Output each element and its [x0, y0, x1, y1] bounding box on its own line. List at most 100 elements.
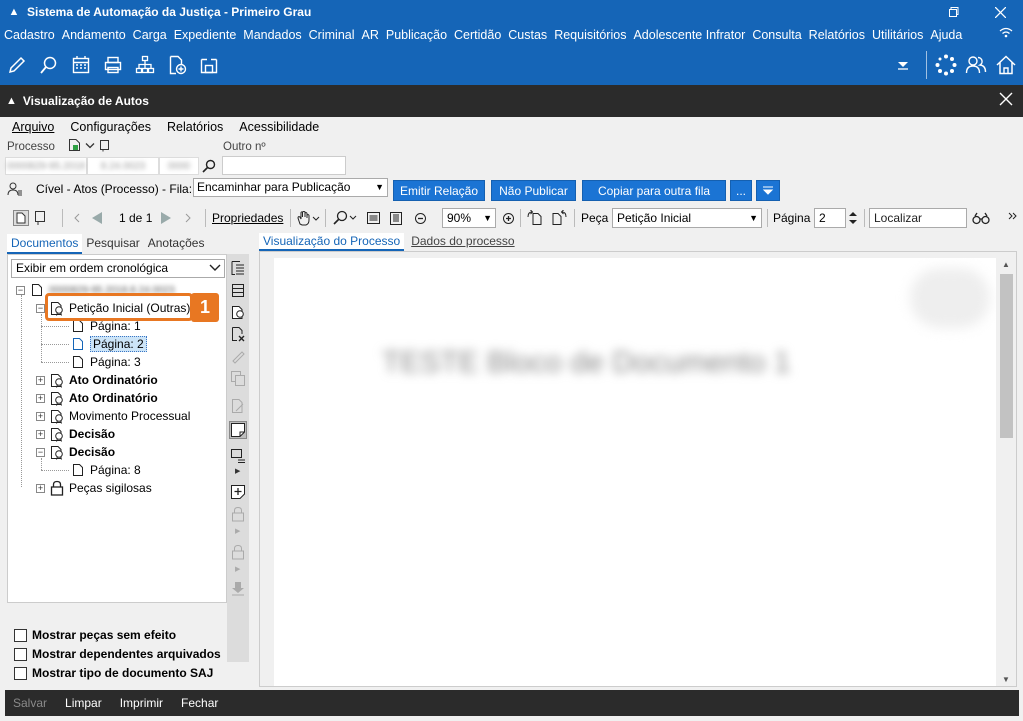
chevron-down-icon[interactable] [85, 141, 95, 153]
list-documents-icon[interactable] [230, 260, 246, 276]
collapse-icon[interactable]: − [36, 447, 45, 457]
collapse-icon[interactable]: − [16, 285, 25, 295]
last-page-icon[interactable] [184, 206, 192, 230]
overflow-chevron-icon[interactable] [1008, 206, 1017, 230]
close-dialog-button[interactable] [999, 91, 1013, 109]
note-icon[interactable] [99, 139, 110, 155]
menu-relatorios[interactable]: Relatórios [809, 28, 865, 42]
tree-item-ato-ordinatorio-2[interactable]: + Ato Ordinatório [36, 389, 158, 407]
expand-icon[interactable]: + [36, 483, 45, 493]
search-button[interactable] [200, 157, 218, 175]
certified-document-icon[interactable] [230, 304, 246, 320]
fechar-button[interactable]: Fechar [181, 696, 218, 710]
peca-select[interactable]: Petição Inicial ▼ [612, 208, 762, 228]
tab-dados-do-processo[interactable]: Dados do processo [407, 233, 518, 251]
menu-mandados[interactable]: Mandados [243, 28, 301, 42]
tree-item-pagina-3[interactable]: Página: 3 [70, 353, 141, 371]
new-document-icon[interactable] [68, 138, 81, 155]
tree-item-pagina-8[interactable]: Página: 8 [70, 461, 141, 479]
menu-expediente[interactable]: Expediente [174, 28, 237, 42]
mostrar-tipo-documento-saj-checkbox[interactable]: Mostrar tipo de documento SAJ [14, 665, 213, 681]
close-window-button[interactable] [977, 0, 1023, 24]
fila-select[interactable]: Encaminhar para Publicação ▼ [193, 178, 388, 197]
nao-publicar-button[interactable]: Não Publicar [491, 180, 576, 201]
checkbox-box[interactable] [14, 647, 27, 661]
tree-item-pecas-sigilosas[interactable]: + Peças sigilosas [36, 479, 152, 497]
imprimir-button[interactable]: Imprimir [120, 696, 163, 710]
inbox-icon[interactable] [196, 52, 222, 78]
loading-spinner-icon[interactable] [933, 52, 959, 78]
document-view-icon[interactable] [13, 206, 29, 230]
menu-arquivo[interactable]: Arquivo [12, 120, 54, 134]
menu-andamento[interactable]: Andamento [62, 28, 126, 42]
tab-anotacoes[interactable]: Anotações [144, 234, 209, 254]
emitir-relacao-button[interactable]: Emitir Relação [393, 180, 485, 201]
calendar-icon[interactable] [68, 52, 94, 78]
vertical-scrollbar[interactable]: ▲ ▼ [998, 258, 1015, 686]
menu-custas[interactable]: Custas [508, 28, 547, 42]
tree-item-decisao-1[interactable]: + Decisão [36, 425, 115, 443]
pagina-spinner[interactable] [848, 206, 858, 230]
search-document-icon[interactable] [36, 52, 62, 78]
checkbox-box[interactable] [14, 666, 27, 680]
menu-ar[interactable]: AR [362, 28, 379, 42]
users-icon[interactable] [963, 52, 989, 78]
restore-button[interactable] [931, 0, 977, 24]
menu-cadastro[interactable]: Cadastro [4, 28, 55, 42]
expand-icon[interactable]: + [36, 411, 45, 421]
menu-adolescente-infrator[interactable]: Adolescente Infrator [633, 28, 745, 42]
more-options-button[interactable]: ... [730, 180, 752, 201]
zoom-in-icon[interactable] [502, 206, 515, 230]
binoculars-icon[interactable] [972, 206, 990, 230]
first-page-icon[interactable] [73, 206, 81, 230]
tab-documentos[interactable]: Documentos [7, 234, 83, 254]
menu-criminal[interactable]: Criminal [309, 28, 355, 42]
mostrar-dependentes-arquivados-checkbox[interactable]: Mostrar dependentes arquivados [14, 646, 221, 662]
next-page-button[interactable] [158, 206, 174, 230]
pagina-input[interactable]: 2 [814, 208, 846, 228]
tab-visualizacao-do-processo[interactable]: Visualização do Processo [259, 233, 405, 251]
menu-publicacao[interactable]: Publicação [386, 28, 447, 42]
menu-certidao[interactable]: Certidão [454, 28, 501, 42]
fit-page-icon[interactable] [389, 206, 403, 230]
menu-utilitarios[interactable]: Utilitários [872, 28, 923, 42]
remove-document-icon[interactable] [230, 326, 246, 342]
hand-tool-icon[interactable] [296, 206, 320, 230]
propriedades-button[interactable]: Propriedades [212, 206, 283, 230]
tree-item-movimento-processual[interactable]: + Movimento Processual [36, 407, 190, 425]
expand-icon[interactable]: + [36, 429, 45, 439]
add-document-icon[interactable] [164, 52, 190, 78]
scroll-up-icon[interactable]: ▲ [1002, 260, 1010, 269]
previous-page-button[interactable] [89, 206, 105, 230]
salvar-button[interactable]: Salvar [13, 696, 47, 710]
expand-options-button[interactable] [756, 180, 780, 201]
mostrar-pecas-sem-efeito-checkbox[interactable]: Mostrar peças sem efeito [14, 627, 176, 643]
dropdown-arrow-icon[interactable] [890, 52, 916, 78]
annotation-list-icon[interactable] [230, 448, 246, 464]
processo-foro-field[interactable]: 8.24.0023 [87, 157, 159, 175]
order-select[interactable]: Exibir em ordem cronológica [11, 259, 225, 278]
scroll-thumb[interactable] [1000, 274, 1013, 438]
processo-origem-field[interactable]: 0000 [159, 157, 199, 175]
edit-document-icon[interactable] [4, 52, 30, 78]
menu-requisitorios[interactable]: Requisitórios [554, 28, 626, 42]
printer-icon[interactable] [100, 52, 126, 78]
scroll-down-icon[interactable]: ▼ [1002, 675, 1010, 684]
processo-number-field[interactable]: 0000829-95.2018 [5, 157, 87, 175]
rotate-right-icon[interactable] [549, 206, 567, 230]
menu-consulta[interactable]: Consulta [752, 28, 801, 42]
menu-carga[interactable]: Carga [133, 28, 167, 42]
tree-item-ato-ordinatorio-1[interactable]: + Ato Ordinatório [36, 371, 158, 389]
annotation-note-icon[interactable] [229, 421, 247, 439]
outro-numero-input[interactable] [222, 156, 346, 175]
tree-item-decisao-2[interactable]: − Decisão [36, 443, 115, 461]
fit-width-icon[interactable] [366, 206, 381, 230]
note-icon[interactable] [33, 206, 47, 230]
menu-configuracoes[interactable]: Configurações [70, 120, 151, 134]
expand-icon[interactable]: + [36, 375, 45, 385]
limpar-button[interactable]: Limpar [65, 696, 102, 710]
zoom-out-icon[interactable] [414, 206, 427, 230]
zoom-select[interactable]: 90% ▼ [442, 208, 496, 228]
menu-relatorios-dialog[interactable]: Relatórios [167, 120, 223, 134]
tree-item-pagina-2[interactable]: Página: 2 [70, 335, 147, 353]
